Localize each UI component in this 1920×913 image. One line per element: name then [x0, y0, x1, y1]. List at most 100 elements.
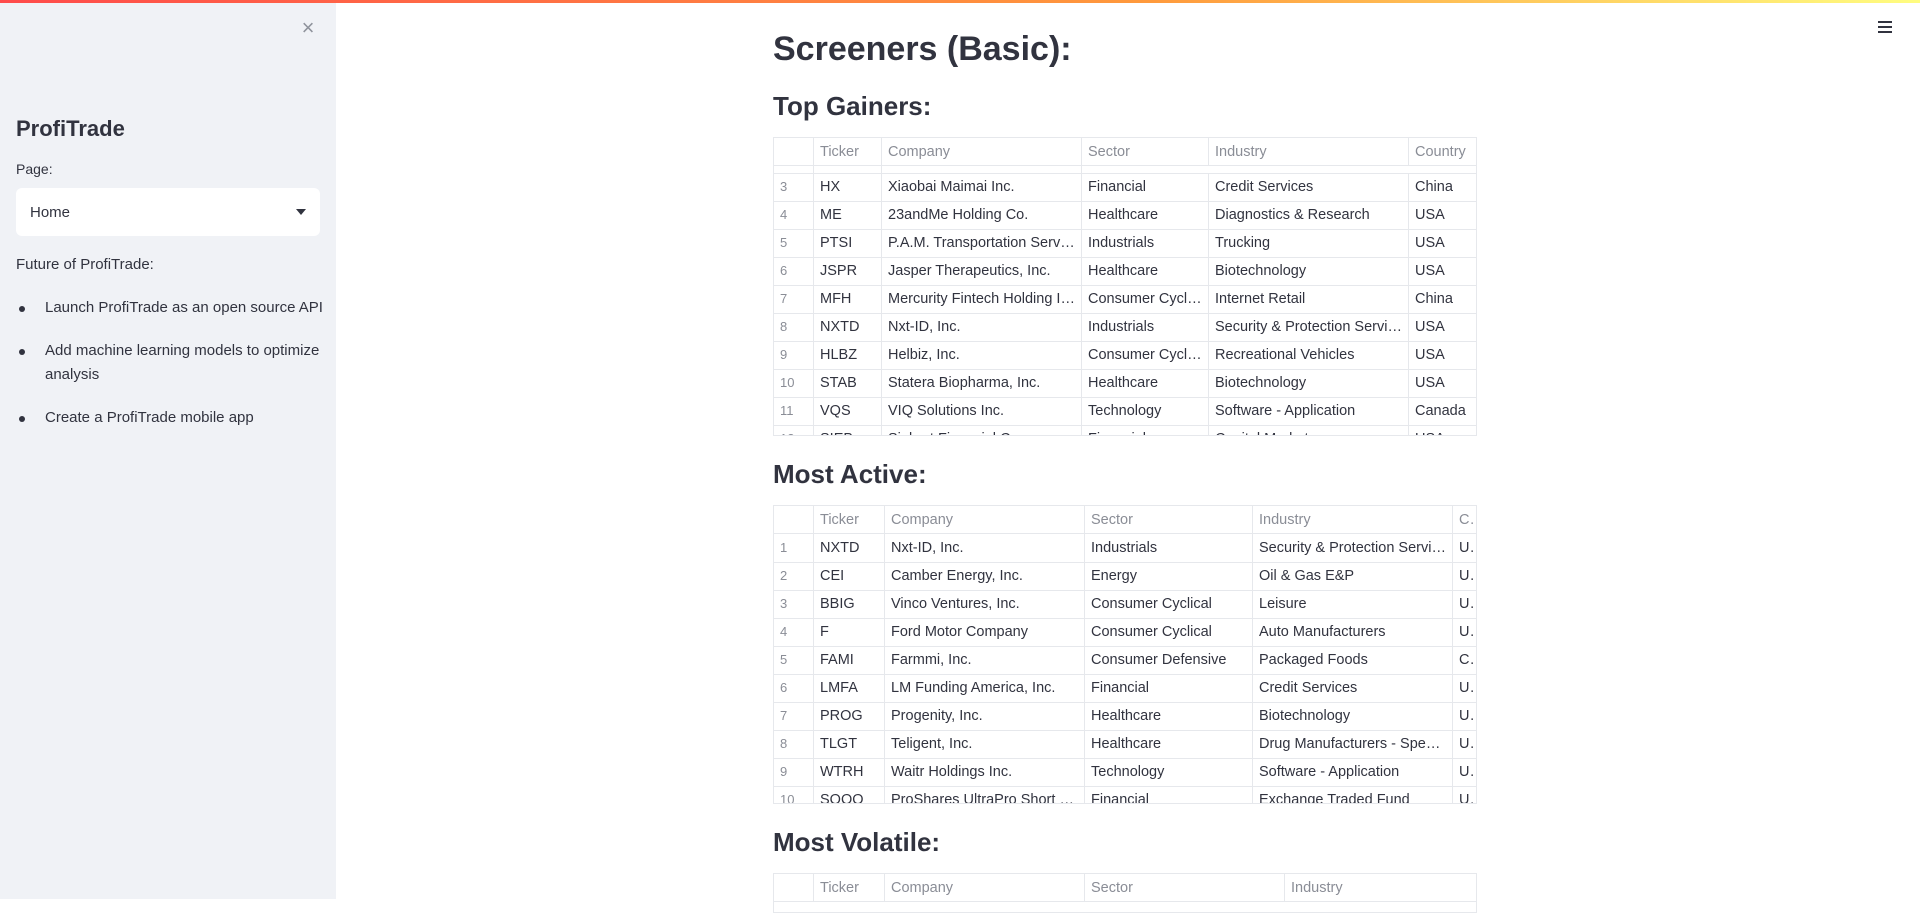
cell-sector[interactable]: Industrials — [1082, 229, 1209, 257]
cell-industry[interactable]: Auto Manufacturers — [1253, 618, 1453, 646]
cell-sector[interactable]: Consumer Cyclical — [1085, 618, 1253, 646]
cell-company[interactable]: Nxt-ID, Inc. — [882, 313, 1082, 341]
cell-country[interactable]: USA — [1453, 674, 1476, 702]
column-header-sector[interactable]: Sector — [1085, 506, 1253, 534]
cell-company[interactable]: Statera Biopharma, Inc. — [882, 369, 1082, 397]
cell-sector[interactable]: Healthcare — [1082, 201, 1209, 229]
row-index[interactable]: 3 — [774, 590, 814, 618]
cell-sector[interactable]: Technology — [1085, 758, 1253, 786]
cell-sector[interactable]: Healthcare — [1085, 702, 1253, 730]
cell-ticker[interactable]: HX — [814, 173, 882, 201]
row-index[interactable]: 3 — [774, 173, 814, 201]
column-header-country[interactable]: Country — [1409, 138, 1476, 166]
cell-company[interactable]: Progenity, Inc. — [885, 702, 1085, 730]
most-volatile-table[interactable]: Ticker Company Sector Industry — [773, 873, 1477, 913]
table-row[interactable]: 4 F Ford Motor Company Consumer Cyclical Aut… — [774, 618, 1476, 647]
cell-ticker[interactable]: LMFA — [814, 674, 885, 702]
cell-company[interactable]: Ford Motor Company — [885, 618, 1085, 646]
table-row[interactable]: 3 HX Xiaobai Maimai Inc. Financial Credit Se… — [774, 173, 1476, 202]
cell-company[interactable]: Farmmi, Inc. — [885, 646, 1085, 674]
cell-country[interactable]: USA — [1453, 562, 1476, 590]
cell-country[interactable]: USA — [1409, 313, 1476, 341]
hamburger-menu-icon[interactable] — [1873, 18, 1897, 42]
cell-ticker[interactable]: PROG — [814, 702, 885, 730]
column-header-industry[interactable]: Industry — [1285, 874, 1476, 902]
column-header-company[interactable]: Company — [885, 506, 1085, 534]
cell-sector[interactable]: Industrials — [1082, 313, 1209, 341]
cell-ticker[interactable]: STAB — [814, 369, 882, 397]
row-index[interactable]: 4 — [774, 201, 814, 229]
cell-ticker[interactable]: BBIG — [814, 590, 885, 618]
cell-industry[interactable]: Drug Manufacturers - Specialty & Generic — [1253, 730, 1453, 758]
cell-ticker[interactable]: WTRH — [814, 758, 885, 786]
cell-sector[interactable]: Consumer Defensive — [1085, 646, 1253, 674]
cell-ticker[interactable]: VQS — [814, 397, 882, 425]
cell-industry[interactable]: Recreational Vehicles — [1209, 341, 1409, 369]
table-row[interactable]: 6 JSPR Jasper Therapeutics, Inc. Healthcare… — [774, 257, 1476, 286]
cell-ticker[interactable]: TLGT — [814, 730, 885, 758]
cell-country[interactable]: USA — [1409, 341, 1476, 369]
table-row[interactable]: 5PTSIP.A.M. Transportation Services, Inc… — [774, 229, 1476, 258]
cell-country[interactable]: USA — [1453, 702, 1476, 730]
row-index[interactable]: 9 — [774, 341, 814, 369]
cell-country[interactable]: China — [1409, 173, 1476, 201]
column-header-company[interactable]: Company — [885, 874, 1085, 902]
cell-industry[interactable]: Diagnostics & Research — [1209, 201, 1409, 229]
cell-company[interactable]: Mercurity Fintech Holding Inc. — [882, 285, 1082, 313]
cell-sector[interactable]: Consumer Cyclical — [1085, 590, 1253, 618]
cell-sector[interactable]: Industrials — [1085, 534, 1253, 562]
cell-company[interactable]: Siebert Financial Corp. — [882, 425, 1082, 435]
column-header-ticker[interactable]: Ticker — [814, 874, 885, 902]
cell-country[interactable]: USA — [1453, 590, 1476, 618]
table-row[interactable]: 7 MFH Mercurity Fintech Holding Inc. Consum… — [774, 285, 1476, 314]
page-select[interactable]: Home — [16, 188, 320, 236]
cell-ticker[interactable]: SIEB — [814, 425, 882, 435]
cell-industry[interactable]: Security & Protection Services — [1209, 313, 1409, 341]
cell-country[interactable]: USA — [1453, 730, 1476, 758]
cell-industry[interactable]: Security & Protection Services — [1253, 534, 1453, 562]
cell-ticker[interactable]: FAMI — [814, 646, 885, 674]
cell-industry[interactable]: Internet Retail — [1209, 285, 1409, 313]
cell-ticker[interactable]: MFH — [814, 285, 882, 313]
table-row[interactable]: 1 NXTD Nxt-ID, Inc. Industrials Security & P… — [774, 534, 1476, 563]
cell-sector[interactable]: Financial — [1082, 425, 1209, 435]
table-row[interactable]: 5 FAMI Farmmi, Inc. Consumer Defensive Packa… — [774, 646, 1476, 675]
cell-industry[interactable]: Oil & Gas E&P — [1253, 562, 1453, 590]
cell-sector[interactable]: Consumer Cyclical — [1082, 341, 1209, 369]
cell-country[interactable]: USA — [1409, 257, 1476, 285]
cell-country[interactable]: USA — [1409, 229, 1476, 257]
cell-sector[interactable]: Financial — [1085, 786, 1253, 803]
cell-company[interactable]: Jasper Therapeutics, Inc. — [882, 257, 1082, 285]
table-row[interactable]: 4 ME 23andMe Holding Co. Healthcare Diagnost… — [774, 201, 1476, 230]
table-row[interactable]: 2 CEI Camber Energy, Inc. Energy Oil & Gas E… — [774, 562, 1476, 591]
table-row[interactable]: 9 HLBZ Helbiz, Inc. Consumer Cyclical Recrea… — [774, 341, 1476, 370]
column-header-industry[interactable]: Industry — [1209, 138, 1409, 166]
row-index[interactable]: 7 — [774, 285, 814, 313]
cell-industry[interactable]: Biotechnology — [1209, 369, 1409, 397]
cell-company[interactable]: Nxt-ID, Inc. — [885, 534, 1085, 562]
row-index[interactable]: 4 — [774, 618, 814, 646]
table-row[interactable]: 6 LMFA LM Funding America, Inc. Financial Cr… — [774, 674, 1476, 703]
cell-sector[interactable]: Technology — [1082, 397, 1209, 425]
index-header-cell[interactable] — [774, 138, 814, 166]
cell-country[interactable]: Canada — [1409, 397, 1476, 425]
cell-ticker[interactable]: CEI — [814, 562, 885, 590]
index-header-cell[interactable] — [774, 506, 814, 534]
cell-industry[interactable]: Software - Application — [1209, 397, 1409, 425]
cell-sector[interactable]: Financial — [1085, 674, 1253, 702]
cell-sector[interactable]: Healthcare — [1085, 730, 1253, 758]
cell-country[interactable]: USA — [1409, 425, 1476, 435]
cell-industry[interactable]: Packaged Foods — [1253, 646, 1453, 674]
table-row[interactable]: 9 WTRH Waitr Holdings Inc. Technology Softwa… — [774, 758, 1476, 787]
cell-industry[interactable]: Trucking — [1209, 229, 1409, 257]
cell-industry[interactable]: Software - Application — [1253, 758, 1453, 786]
row-index[interactable]: 8 — [774, 313, 814, 341]
cell-company[interactable]: Waitr Holdings Inc. — [885, 758, 1085, 786]
table-row[interactable]: 8 TLGT Teligent, Inc. Healthcare Drug Manufa… — [774, 730, 1476, 759]
row-index[interactable]: 7 — [774, 702, 814, 730]
row-index[interactable]: 10 — [774, 786, 814, 803]
row-index[interactable]: 10 — [774, 369, 814, 397]
row-index[interactable]: 9 — [774, 758, 814, 786]
row-index[interactable]: 1 — [774, 534, 814, 562]
column-header-country[interactable]: Country — [1453, 506, 1476, 534]
